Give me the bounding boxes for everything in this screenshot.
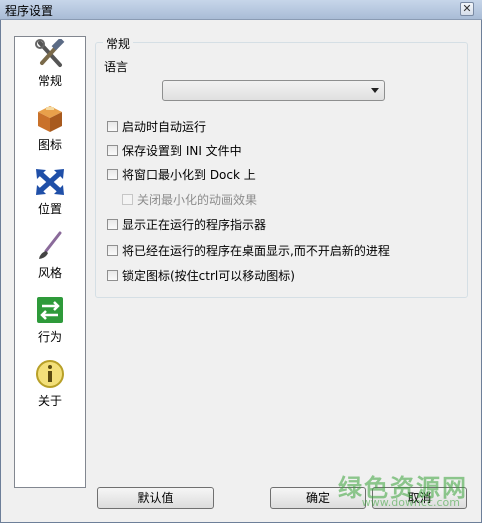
sidebar-item-label: 关于 — [37, 394, 62, 408]
language-select[interactable] — [162, 80, 385, 101]
checkbox-box — [122, 193, 133, 205]
disable-minimize-animation-checkbox: 关闭最小化的动画效果 — [122, 191, 257, 207]
title-bar: 程序设置 ✕ — [0, 0, 482, 20]
checkbox-label: 将已经在运行的程序在桌面显示,而不开启新的进程 — [122, 243, 390, 258]
show-running-indicator-checkbox[interactable]: 显示正在运行的程序指示器 — [107, 216, 266, 232]
checkbox-box[interactable] — [107, 168, 118, 180]
checkbox-label: 锁定图标(按住ctrl可以移动图标) — [122, 268, 295, 283]
sidebar-item-label: 常规 — [37, 74, 62, 88]
sidebar-item-general[interactable]: 常规 — [15, 39, 85, 99]
checkbox-box[interactable] — [107, 244, 118, 256]
sidebar-item-label: 位置 — [37, 202, 62, 216]
settings-sidebar: 常规 图标 位置 风格 行为 关于 — [14, 36, 86, 488]
checkbox-box[interactable] — [107, 269, 118, 281]
sidebar-item-label: 行为 — [37, 330, 62, 344]
sidebar-item-label: 图标 — [37, 138, 62, 152]
language-label: 语言 — [104, 60, 129, 74]
sidebar-item-label: 风格 — [37, 266, 62, 280]
autostart-checkbox[interactable]: 启动时自动运行 — [107, 118, 206, 134]
save-ini-checkbox[interactable]: 保存设置到 INI 文件中 — [107, 142, 242, 158]
box-icon — [38, 106, 62, 132]
checkbox-label: 将窗口最小化到 Dock 上 — [122, 167, 256, 182]
tools-icon — [35, 39, 65, 67]
checkbox-box[interactable] — [107, 120, 118, 132]
chevron-down-icon — [371, 88, 379, 93]
checkbox-label: 显示正在运行的程序指示器 — [122, 217, 267, 232]
single-instance-checkbox[interactable]: 将已经在运行的程序在桌面显示,而不开启新的进程 — [107, 242, 390, 258]
info-icon — [36, 360, 64, 388]
sidebar-item-style[interactable]: 风格 — [15, 231, 85, 291]
checkbox-box[interactable] — [107, 218, 118, 230]
sidebar-item-position[interactable]: 位置 — [15, 167, 85, 227]
brush-icon — [39, 231, 62, 259]
checkbox-label: 保存设置到 INI 文件中 — [122, 143, 242, 158]
window-title: 程序设置 — [5, 4, 54, 18]
exchange-icon — [37, 297, 63, 323]
sidebar-item-icons[interactable]: 图标 — [15, 103, 85, 163]
sidebar-item-behavior[interactable]: 行为 — [15, 295, 85, 355]
minimize-to-dock-checkbox[interactable]: 将窗口最小化到 Dock 上 — [107, 166, 256, 182]
close-button[interactable]: ✕ — [460, 2, 474, 16]
sidebar-item-about[interactable]: 关于 — [15, 359, 85, 419]
arrows-icon — [36, 169, 64, 195]
checkbox-label: 启动时自动运行 — [122, 119, 207, 134]
watermark-url: www.downcc.com — [361, 496, 460, 509]
group-title: 常规 — [103, 35, 134, 52]
default-button[interactable]: 默认值 — [97, 487, 214, 509]
checkbox-box[interactable] — [107, 144, 118, 156]
lock-icons-checkbox[interactable]: 锁定图标(按住ctrl可以移动图标) — [107, 267, 295, 283]
checkbox-label: 关闭最小化的动画效果 — [137, 192, 258, 207]
